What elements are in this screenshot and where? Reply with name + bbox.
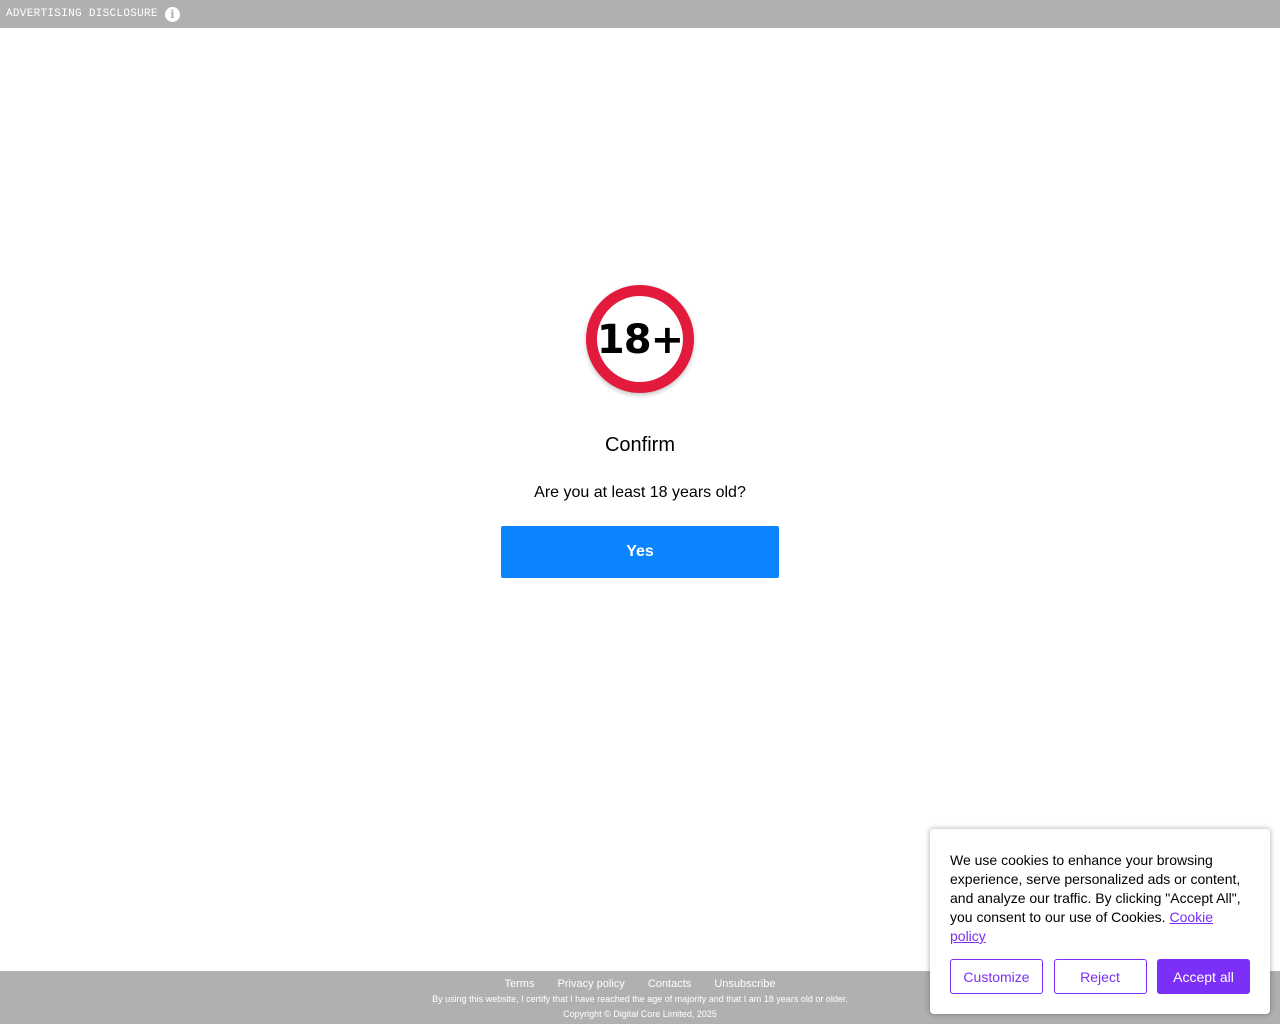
confirm-title: Confirm: [604, 434, 675, 456]
cookie-consent-panel: We use cookies to enhance your browsing …: [930, 829, 1270, 1014]
cookie-message: We use cookies to enhance your browsing …: [950, 851, 1250, 946]
footer-link-terms[interactable]: Terms: [505, 978, 535, 990]
age-question: Are you at least 18 years old?: [534, 484, 746, 501]
info-icon[interactable]: i: [164, 6, 180, 22]
age-restriction-badge: 18+: [586, 285, 694, 393]
customize-button[interactable]: Customize: [950, 959, 1043, 994]
advertising-disclosure-bar: ADVERTISING DISCLOSURE i: [0, 0, 1280, 28]
age-badge-text: 18+: [596, 317, 684, 363]
yes-button[interactable]: Yes: [501, 526, 779, 578]
advertising-disclosure-link[interactable]: ADVERTISING DISCLOSURE: [6, 8, 158, 20]
reject-button[interactable]: Reject: [1053, 959, 1147, 994]
footer-link-contacts[interactable]: Contacts: [648, 978, 691, 990]
footer-link-privacy-policy[interactable]: Privacy policy: [558, 978, 625, 990]
accept-all-button[interactable]: Accept all: [1157, 959, 1250, 994]
footer-link-unsubscribe[interactable]: Unsubscribe: [714, 978, 775, 990]
cookie-button-group: Customize Reject Accept all: [950, 959, 1250, 994]
